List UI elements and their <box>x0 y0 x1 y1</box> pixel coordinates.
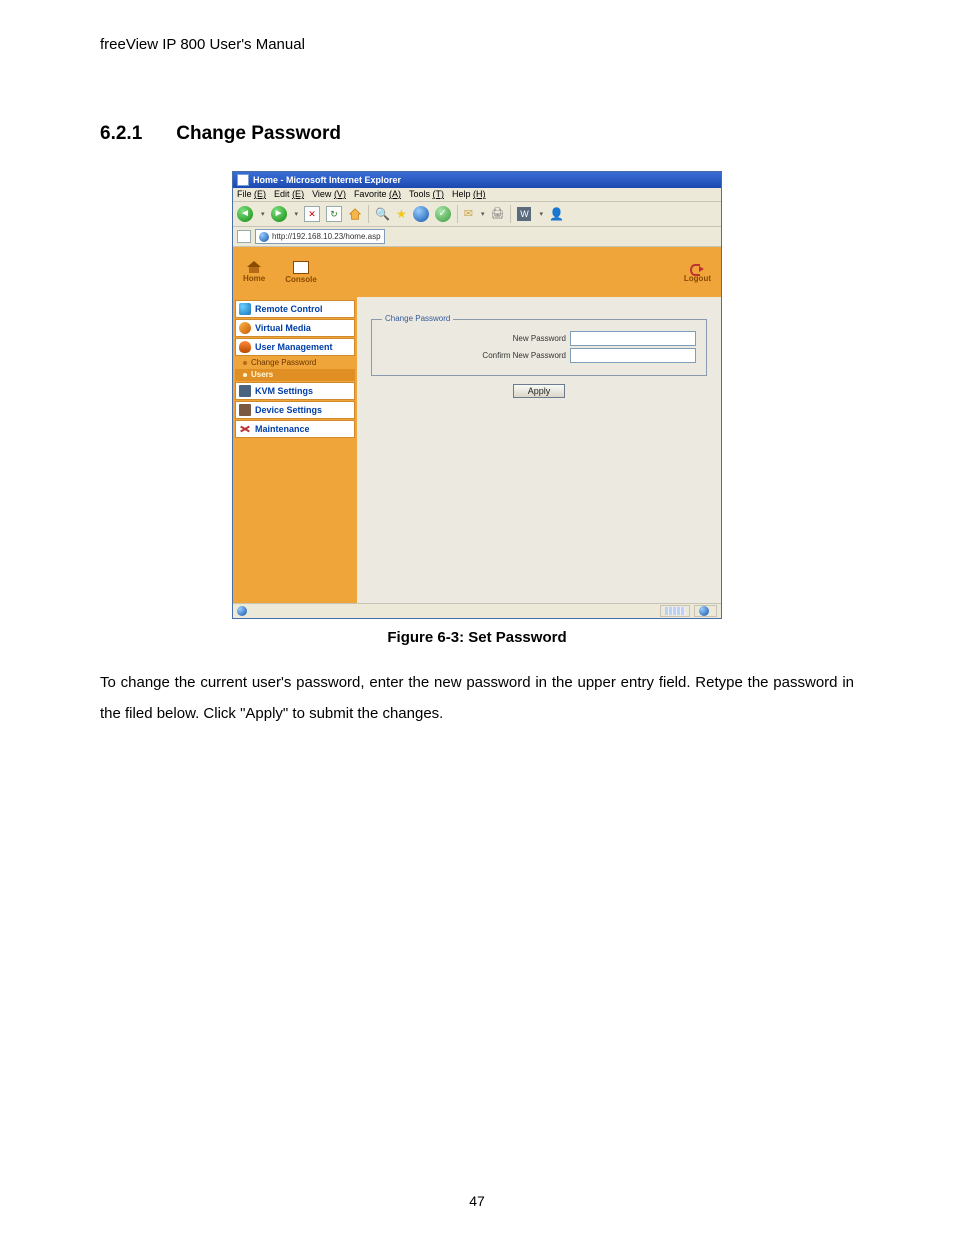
status-progress <box>660 605 690 617</box>
address-label-icon <box>237 230 251 243</box>
search-button[interactable]: 🔍 <box>375 208 390 220</box>
menu-favorites[interactable]: Favorite (A) <box>354 190 401 199</box>
history-button[interactable]: ✓ <box>435 206 451 222</box>
mail-dropdown-icon[interactable]: ▾ <box>481 211 485 218</box>
edit-button[interactable]: W <box>517 207 531 221</box>
sidebar-label: User Management <box>255 343 333 352</box>
menu-file[interactable]: File (E) <box>237 190 266 199</box>
confirm-password-input[interactable] <box>570 348 696 363</box>
ie-page-icon <box>237 174 249 186</box>
sidebar-remote-control[interactable]: Remote Control <box>235 300 355 318</box>
refresh-button[interactable]: ↻ <box>326 206 342 222</box>
back-dropdown-icon[interactable]: ▾ <box>261 211 265 218</box>
section-heading: 6.2.1 Change Password <box>100 123 854 145</box>
sidebar-label: KVM Settings <box>255 387 313 396</box>
home-icon <box>247 261 261 273</box>
console-icon <box>293 261 309 274</box>
menu-edit[interactable]: Edit (E) <box>274 190 304 199</box>
nav-logout-label: Logout <box>684 275 711 283</box>
messenger-button[interactable]: 👤 <box>549 208 564 220</box>
manual-header: freeView IP 800 User's Manual <box>100 36 854 53</box>
confirm-password-label: Confirm New Password <box>482 352 566 360</box>
sidebar-label: Virtual Media <box>255 324 311 333</box>
toolbar-separator <box>368 205 369 223</box>
stop-button[interactable]: ✕ <box>304 206 320 222</box>
address-url: http://192.168.10.23/home.asp <box>272 233 381 241</box>
body-paragraph: To change the current user's password, e… <box>100 668 854 730</box>
main-panel: Change Password New Password Confirm New… <box>357 297 721 603</box>
remote-control-icon <box>239 303 251 315</box>
toolbar-separator-2 <box>457 205 458 223</box>
mail-button[interactable]: ✉ <box>464 209 473 220</box>
internet-zone-icon <box>699 606 709 616</box>
section-number: 6.2.1 <box>100 123 142 145</box>
forward-button[interactable]: ► <box>271 206 287 222</box>
nav-home-label: Home <box>243 275 265 283</box>
address-input[interactable]: http://192.168.10.23/home.asp <box>255 229 385 244</box>
home-button[interactable] <box>348 207 362 221</box>
sidebar-label: Device Settings <box>255 406 322 415</box>
nav-console[interactable]: Console <box>285 261 317 284</box>
nav-home[interactable]: Home <box>243 261 265 284</box>
sidebar: Remote Control Virtual Media User Manage… <box>233 297 357 603</box>
new-password-input[interactable] <box>570 331 696 346</box>
maintenance-icon <box>239 423 251 435</box>
toolbar: ◄ ▾ ► ▾ ✕ ↻ 🔍 ★ ✓ ✉ ▾ 🖨 W ▾ <box>233 202 721 227</box>
fieldset-legend: Change Password <box>382 315 453 323</box>
figure-container: Home - Microsoft Internet Explorer File … <box>100 171 854 646</box>
user-management-icon <box>239 341 251 353</box>
kvm-icon <box>239 385 251 397</box>
sidebar-sub-users[interactable]: Users <box>235 369 355 381</box>
sidebar-kvm-settings[interactable]: KVM Settings <box>235 382 355 400</box>
status-bar <box>233 603 721 618</box>
sidebar-virtual-media[interactable]: Virtual Media <box>235 319 355 337</box>
favorites-button[interactable]: ★ <box>396 208 407 220</box>
menu-view[interactable]: View (V) <box>312 190 346 199</box>
url-globe-icon <box>259 232 269 242</box>
logout-icon <box>690 262 704 273</box>
toolbar-separator-3 <box>510 205 511 223</box>
media-button[interactable] <box>413 206 429 222</box>
browser-window: Home - Microsoft Internet Explorer File … <box>232 171 722 619</box>
figure-caption: Figure 6-3: Set Password <box>387 629 566 646</box>
menu-help[interactable]: Help (H) <box>452 190 486 199</box>
edit-dropdown-icon[interactable]: ▾ <box>539 211 543 218</box>
section-title: Change Password <box>176 123 341 145</box>
address-bar: http://192.168.10.23/home.asp <box>233 227 721 247</box>
window-titlebar: Home - Microsoft Internet Explorer <box>233 172 721 188</box>
device-icon <box>239 404 251 416</box>
print-button[interactable]: 🖨 <box>490 209 504 220</box>
app-topbar: Home Console Logout <box>233 247 721 297</box>
forward-dropdown-icon[interactable]: ▾ <box>295 211 299 218</box>
sidebar-sub-change-password[interactable]: Change Password <box>235 357 355 369</box>
nav-logout[interactable]: Logout <box>684 262 711 283</box>
sidebar-label: Maintenance <box>255 425 310 434</box>
page-number: 47 <box>0 1193 954 1209</box>
virtual-media-icon <box>239 322 251 334</box>
sidebar-user-management[interactable]: User Management <box>235 338 355 356</box>
apply-button[interactable]: Apply <box>513 384 566 398</box>
sidebar-device-settings[interactable]: Device Settings <box>235 401 355 419</box>
menu-tools[interactable]: Tools (T) <box>409 190 444 199</box>
change-password-fieldset: Change Password New Password Confirm New… <box>371 315 707 376</box>
sidebar-maintenance[interactable]: Maintenance <box>235 420 355 438</box>
status-done-icon <box>237 606 247 616</box>
page-content: Home Console Logout <box>233 247 721 603</box>
nav-console-label: Console <box>285 276 317 284</box>
sidebar-label: Remote Control <box>255 305 323 314</box>
new-password-label: New Password <box>513 335 566 343</box>
menu-bar: File (E) Edit (E) View (V) Favorite (A) … <box>233 188 721 202</box>
window-title: Home - Microsoft Internet Explorer <box>253 176 401 185</box>
status-zone <box>694 605 717 617</box>
back-button[interactable]: ◄ <box>237 206 253 222</box>
